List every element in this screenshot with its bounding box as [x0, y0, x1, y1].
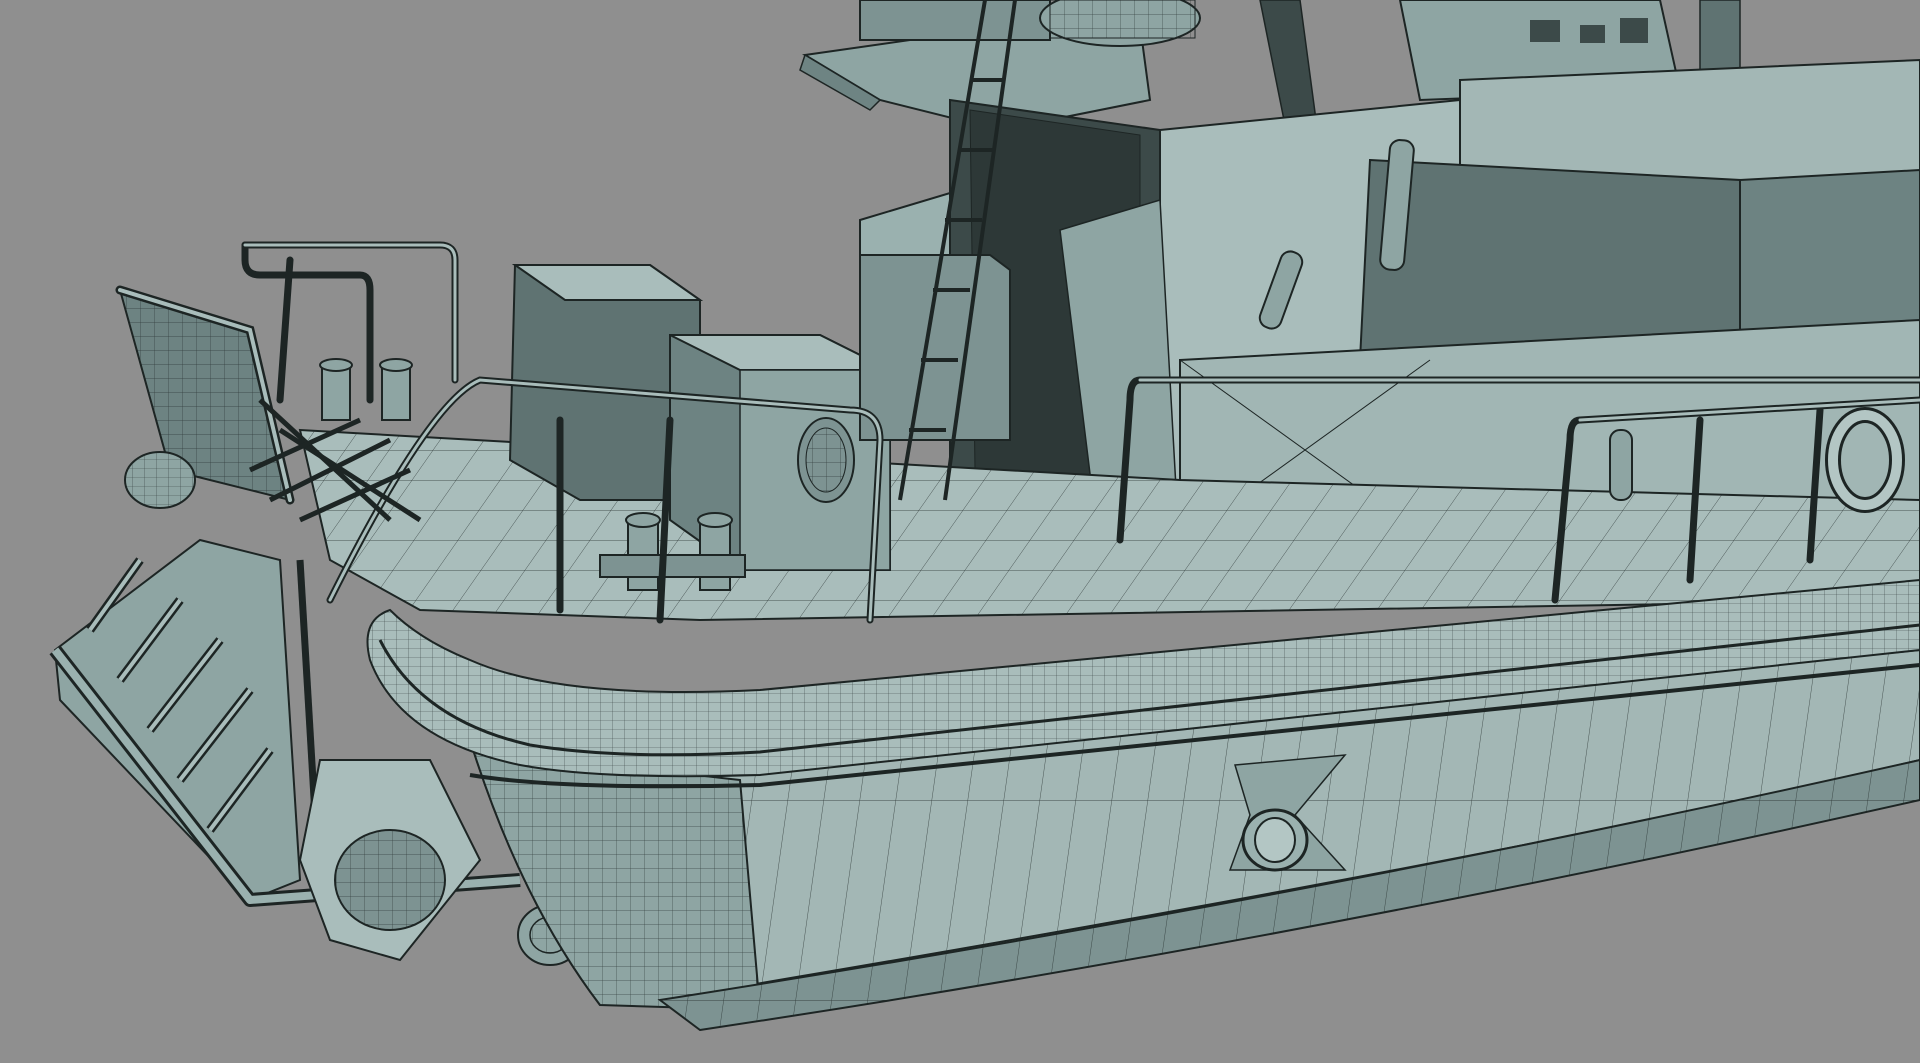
render-viewport	[0, 0, 1920, 1063]
boat-wireframe-render	[0, 0, 1920, 1063]
